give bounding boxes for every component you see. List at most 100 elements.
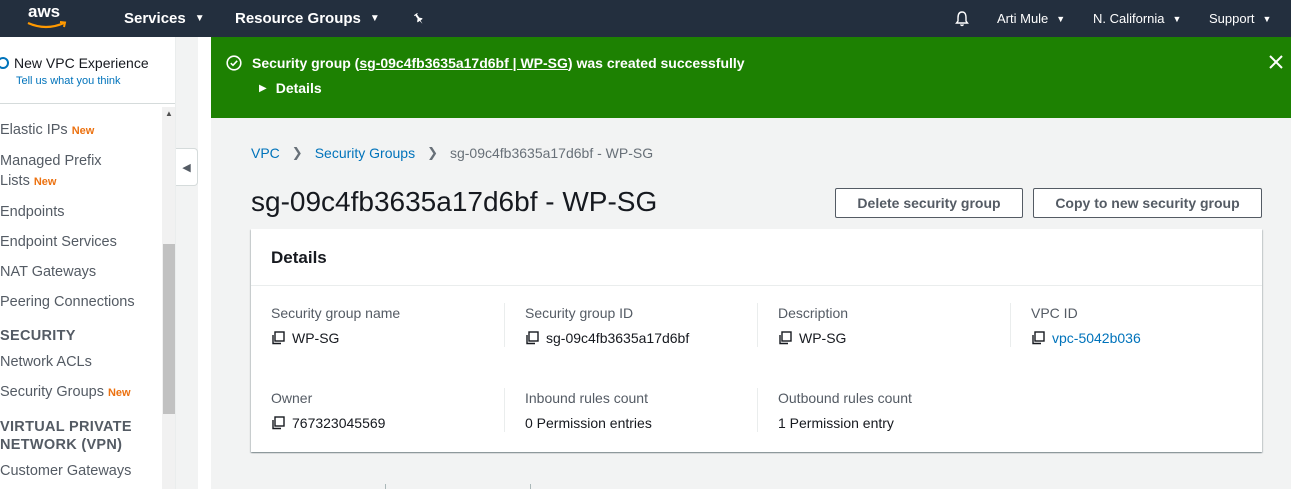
support-menu[interactable]: Support ▼ (1209, 0, 1271, 37)
flash-details-label: Details (275, 80, 322, 96)
sg-name-value: WP-SG (271, 330, 339, 346)
sidebar-item-network-acls[interactable]: Network ACLs (0, 352, 92, 372)
flash-sg-link[interactable]: sg-09c4fb3635a17d6bf | WP-SG (359, 55, 568, 71)
success-flash: Security group (sg-09c4fb3635a17d6bf | W… (211, 37, 1291, 118)
flash-details-toggle[interactable]: ▶ Details (259, 80, 322, 96)
inbound-rules-value: 0 Permission entries (525, 415, 652, 431)
caret-right-icon: ▶ (259, 82, 267, 94)
copy-icon[interactable] (525, 331, 539, 345)
divider (1010, 303, 1011, 347)
sidebar-item-label: Lists (0, 173, 30, 189)
sidebar-item-peering-connections[interactable]: Peering Connections (0, 292, 135, 312)
sg-name-label: Security group name (271, 305, 401, 321)
sidebar-item-security-groups[interactable]: Security Groups New (0, 382, 131, 403)
owner-text: 767323045569 (292, 415, 386, 431)
sidebar-item-nat-gateways[interactable]: NAT Gateways (0, 262, 96, 282)
copy-security-group-button[interactable]: Copy to new security group (1033, 188, 1262, 218)
region-name: N. California (1093, 11, 1165, 26)
copy-icon[interactable] (271, 331, 285, 345)
flash-suffix: ) was created successfully (567, 55, 745, 71)
support-label: Support (1209, 11, 1255, 26)
scrollbar-thumb[interactable] (163, 244, 175, 414)
breadcrumb-security-groups[interactable]: Security Groups (315, 145, 415, 161)
tab-divider (530, 484, 531, 489)
breadcrumb-current: sg-09c4fb3635a17d6bf - WP-SG (449, 145, 654, 161)
close-icon[interactable] (1267, 53, 1285, 71)
pin-icon[interactable] (412, 0, 426, 37)
sidebar-item-label: Managed Prefix (0, 153, 102, 169)
new-badge: New (33, 176, 57, 188)
aws-logo[interactable]: aws (26, 2, 70, 33)
flash-message: Security group (sg-09c4fb3635a17d6bf | W… (252, 55, 745, 71)
vpc-id-value[interactable]: vpc-5042b036 (1031, 330, 1141, 346)
section-label: NETWORK (VPN) (0, 437, 123, 453)
sidebar-gutter (198, 37, 211, 489)
sg-id-value: sg-09c4fb3635a17d6bf (525, 330, 689, 346)
chevron-left-icon: ◀ (182, 161, 191, 174)
sg-name-text: WP-SG (292, 330, 340, 346)
details-panel: Details Security group name WP-SG Securi… (251, 229, 1262, 452)
aws-logo-text: aws (28, 2, 61, 21)
sidebar-item-customer-gateways[interactable]: Customer Gateways (0, 461, 131, 481)
sg-id-text: sg-09c4fb3635a17d6bf (546, 330, 690, 346)
bell-icon[interactable] (953, 0, 971, 37)
user-menu[interactable]: Arti Mule ▼ (997, 0, 1065, 37)
new-badge: New (107, 387, 131, 399)
breadcrumb: VPC ❯ Security Groups ❯ sg-09c4fb3635a17… (251, 145, 653, 161)
divider (0, 103, 175, 104)
panel-header: Details (251, 229, 1262, 286)
sidebar-item-managed-prefix-lists[interactable]: Managed Prefix Lists New (0, 151, 102, 192)
sidebar-section-vpn: VIRTUAL PRIVATE NETWORK (VPN) (0, 418, 132, 454)
scroll-up-icon[interactable]: ▲ (162, 109, 175, 118)
sidebar: New VPC Experience Tell us what you thin… (0, 37, 176, 489)
resource-groups-label: Resource Groups (235, 10, 361, 27)
sidebar-item-endpoints[interactable]: Endpoints (0, 202, 65, 222)
divider (757, 303, 758, 347)
sg-id-label: Security group ID (525, 305, 634, 321)
user-name: Arti Mule (997, 11, 1049, 26)
outbound-rules-label: Outbound rules count (778, 390, 912, 406)
breadcrumb-vpc[interactable]: VPC (251, 145, 280, 161)
vpc-id-label: VPC ID (1031, 305, 1078, 321)
copy-icon[interactable] (271, 416, 285, 430)
divider (504, 388, 505, 432)
delete-security-group-button[interactable]: Delete security group (835, 188, 1023, 218)
owner-label: Owner (271, 390, 313, 406)
region-menu[interactable]: N. California ▼ (1093, 0, 1181, 37)
sidebar-item-endpoint-services[interactable]: Endpoint Services (0, 232, 117, 252)
chevron-down-icon: ▼ (194, 13, 205, 24)
check-circle-icon (226, 55, 242, 71)
section-label: VIRTUAL PRIVATE (0, 419, 132, 435)
description-text: WP-SG (799, 330, 847, 346)
details-title: Details (271, 248, 327, 267)
tab-divider (385, 484, 386, 489)
divider (504, 303, 505, 347)
new-vpc-toggle[interactable]: New VPC Experience (0, 55, 149, 71)
feedback-link[interactable]: Tell us what you think (16, 75, 121, 87)
outbound-rules-value: 1 Permission entry (778, 415, 894, 431)
toggle-icon[interactable] (0, 57, 9, 69)
sidebar-item-elastic-ips[interactable]: Elastic IPs New (0, 120, 94, 141)
inbound-rules-label: Inbound rules count (525, 390, 648, 406)
chevron-right-icon: ❯ (291, 145, 303, 160)
sidebar-section-security: SECURITY (0, 328, 76, 344)
description-value: WP-SG (778, 330, 846, 346)
copy-icon[interactable] (1031, 331, 1045, 345)
services-menu[interactable]: Services ▼ (124, 0, 205, 37)
new-vpc-label: New VPC Experience (14, 55, 149, 71)
copy-icon[interactable] (778, 331, 792, 345)
sidebar-item-label: Elastic IPs (0, 122, 68, 138)
flash-prefix: Security group ( (252, 55, 360, 71)
new-badge: New (71, 125, 95, 137)
chevron-down-icon: ▼ (1056, 13, 1066, 24)
top-nav: aws Services ▼ Resource Groups ▼ Arti Mu… (0, 0, 1291, 37)
page-title: sg-09c4fb3635a17d6bf - WP-SG (251, 186, 658, 217)
resource-groups-menu[interactable]: Resource Groups ▼ (235, 0, 380, 37)
chevron-down-icon: ▼ (369, 13, 380, 24)
collapse-sidebar-button[interactable]: ◀ (176, 148, 198, 186)
chevron-down-icon: ▼ (1172, 13, 1182, 24)
description-label: Description (778, 305, 849, 321)
chevron-right-icon: ❯ (427, 145, 438, 160)
chevron-down-icon: ▼ (1262, 13, 1272, 24)
vpc-id-link[interactable]: vpc-5042b036 (1052, 330, 1141, 346)
